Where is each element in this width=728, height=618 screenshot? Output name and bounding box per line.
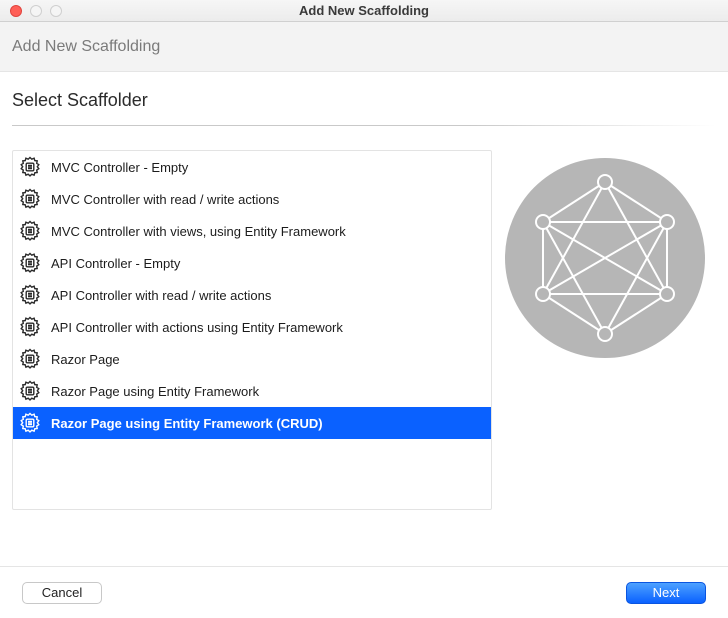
scaffolder-item-label: Razor Page using Entity Framework (CRUD) (51, 416, 323, 431)
scaffolder-item[interactable]: API Controller - Empty (13, 247, 491, 279)
scaffold-gear-icon (17, 410, 43, 436)
scaffolder-item[interactable]: Razor Page using Entity Framework (13, 375, 491, 407)
cancel-button-label: Cancel (42, 585, 82, 600)
scaffold-gear-icon (17, 154, 43, 180)
section-title: Select Scaffolder (0, 72, 728, 125)
close-window-button[interactable] (10, 5, 22, 17)
body-area: MVC Controller - Empty MVC Controller wi… (0, 126, 728, 566)
subheader: Add New Scaffolding (0, 22, 728, 72)
scaffold-gear-icon (17, 346, 43, 372)
preview-pane (492, 150, 728, 358)
footer: Cancel Next (0, 566, 728, 618)
subheader-title: Add New Scaffolding (12, 38, 160, 56)
scaffolder-item-label: API Controller with read / write actions (51, 288, 271, 303)
scaffolder-item-label: MVC Controller with views, using Entity … (51, 224, 346, 239)
scaffolder-item-label: Razor Page using Entity Framework (51, 384, 259, 399)
maximize-window-button (50, 5, 62, 17)
scaffold-gear-icon (17, 378, 43, 404)
scaffolder-item-label: Razor Page (51, 352, 120, 367)
scaffold-gear-icon (17, 250, 43, 276)
scaffold-gear-icon (17, 314, 43, 340)
scaffolder-item[interactable]: API Controller with actions using Entity… (13, 311, 491, 343)
traffic-lights (0, 5, 62, 17)
scaffolder-item[interactable]: Razor Page (13, 343, 491, 375)
scaffolder-item[interactable]: MVC Controller - Empty (13, 151, 491, 183)
scaffolder-item[interactable]: MVC Controller with read / write actions (13, 183, 491, 215)
scaffold-preview-icon (505, 158, 705, 358)
scaffolder-listbox[interactable]: MVC Controller - Empty MVC Controller wi… (12, 150, 492, 510)
scaffolder-item[interactable]: MVC Controller with views, using Entity … (13, 215, 491, 247)
scaffolder-item-label: MVC Controller with read / write actions (51, 192, 279, 207)
scaffold-gear-icon (17, 218, 43, 244)
minimize-window-button (30, 5, 42, 17)
scaffolder-item-label: API Controller - Empty (51, 256, 180, 271)
titlebar: Add New Scaffolding (0, 0, 728, 22)
next-button-label: Next (653, 585, 680, 600)
scaffold-gear-icon (17, 186, 43, 212)
next-button[interactable]: Next (626, 582, 706, 604)
scaffolder-item[interactable]: Razor Page using Entity Framework (CRUD) (13, 407, 491, 439)
content: Select Scaffolder MVC Controller - Empty… (0, 72, 728, 566)
window-title: Add New Scaffolding (0, 3, 728, 18)
scaffolder-item-label: MVC Controller - Empty (51, 160, 188, 175)
cancel-button[interactable]: Cancel (22, 582, 102, 604)
scaffolder-item-label: API Controller with actions using Entity… (51, 320, 343, 335)
scaffold-gear-icon (17, 282, 43, 308)
scaffolder-item[interactable]: API Controller with read / write actions (13, 279, 491, 311)
